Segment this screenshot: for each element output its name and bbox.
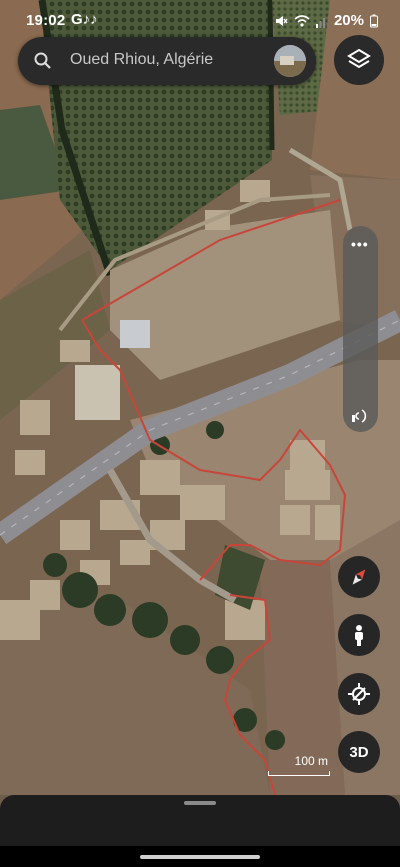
search-bar[interactable]: Oued Rhiou, Algérie [18, 37, 316, 85]
map-tools-rail[interactable]: ••• [343, 226, 378, 432]
street-view-icon [355, 625, 363, 646]
compass-button[interactable] [338, 556, 380, 598]
battery-icon [370, 14, 378, 27]
search-icon [34, 52, 51, 69]
more-icon[interactable]: ••• [351, 236, 369, 252]
place-thumbnail[interactable] [274, 45, 306, 77]
location-icon [348, 683, 370, 705]
battery-percent: 20% [333, 12, 364, 29]
three-d-toggle[interactable]: 3D [338, 731, 380, 773]
compass-icon [352, 569, 366, 585]
scale-bar [268, 771, 330, 776]
status-right: 20% [274, 12, 378, 29]
search-query: Oued Rhiou, Algérie [70, 51, 214, 68]
place-thumbnail-image [274, 45, 306, 77]
status-time: 19:02 [26, 12, 66, 29]
street-view-button[interactable] [338, 614, 380, 656]
home-gesture-pill[interactable] [140, 855, 260, 859]
status-app-icons: G♪♪ [71, 11, 98, 28]
layers-icon [347, 48, 371, 69]
satellite-imagery [0, 0, 400, 795]
signal-icon [315, 17, 325, 28]
status-bar: 19:02 G♪♪ 20% [0, 0, 400, 40]
mute-icon [275, 15, 288, 26]
map-scale: 100 m [268, 754, 330, 776]
sheet-drag-handle[interactable] [184, 801, 216, 805]
scale-label: 100 m [294, 754, 328, 768]
sound-icon[interactable] [349, 403, 372, 426]
layers-button[interactable] [334, 35, 384, 85]
satellite-map[interactable] [0, 0, 400, 795]
my-location-button[interactable] [338, 673, 380, 715]
system-nav-bar [0, 846, 400, 867]
wifi-icon [294, 14, 310, 27]
